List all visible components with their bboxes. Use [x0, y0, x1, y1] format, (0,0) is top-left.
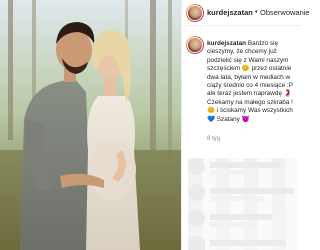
profile-avatar-icon[interactable] [186, 4, 204, 22]
caption-text: Bardzo się cieszymy, że chcemy już podzi… [207, 40, 293, 123]
caption-username[interactable]: kurdejszatan [207, 40, 246, 47]
post-caption: kurdejszatan Bardzo się cieszymy, że chc… [207, 40, 300, 124]
caption-avatar-icon[interactable] [186, 36, 204, 54]
post-header: kurdejszatan • Obserwowanie [182, 0, 310, 26]
post-photo [0, 0, 181, 250]
couple-photo-illustration [0, 0, 181, 250]
post-side-panel: kurdejszatan • Obserwowanie kurdejszatan… [181, 0, 310, 250]
post-time[interactable]: 6 tyg. [207, 136, 222, 142]
pixelated-comments-area [188, 158, 298, 250]
header-username[interactable]: kurdejszatan [207, 8, 253, 17]
following-button[interactable]: Obserwowanie [260, 8, 310, 17]
header-separator: • [255, 7, 258, 16]
